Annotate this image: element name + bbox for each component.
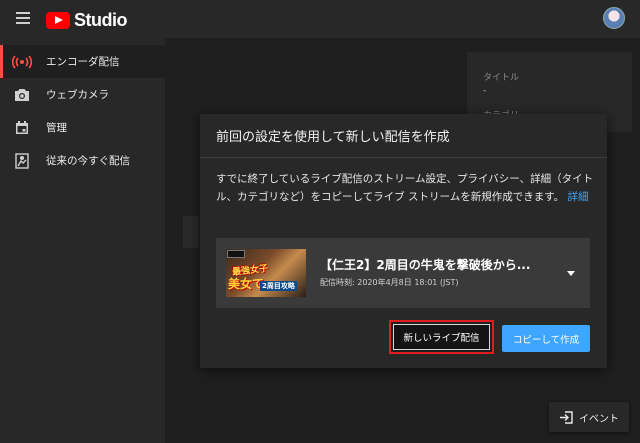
sidebar-item-label: エンコーダ配信 (46, 56, 120, 68)
title-label: タイトル (483, 73, 520, 83)
event-button[interactable]: イベント (549, 402, 629, 432)
sidebar-item-legacy-live[interactable]: 従来の今すぐ配信 (0, 144, 165, 177)
logo-text: Studio (74, 10, 128, 30)
calendar-icon (12, 118, 32, 138)
youtube-studio-logo[interactable]: Studio (46, 10, 128, 31)
dialog-title: 前回の設定を使用して新しい配信を作成 (216, 130, 450, 145)
dialog-divider (200, 157, 607, 158)
reuse-settings-dialog: 前回の設定を使用して新しい配信を作成 すでに終了しているライブ配信のストリーム設… (200, 114, 607, 368)
broadcast-icon (12, 52, 32, 72)
top-bar: Studio (0, 0, 640, 38)
stream-thumbnail: 最強女子 美女で 2周目攻略 (226, 249, 306, 297)
sidebar-item-manage[interactable]: 管理 (0, 111, 165, 144)
youtube-icon (46, 12, 70, 29)
hamburger-menu-icon[interactable] (16, 12, 30, 24)
sidebar: エンコーダ配信 ウェブカメラ 管理 従来の今すぐ配信 (0, 38, 165, 443)
sidebar-item-webcam[interactable]: ウェブカメラ (0, 78, 165, 111)
previous-stream-selector[interactable]: 最強女子 美女で 2周目攻略 【仁王2】2周目の牛鬼を撃破後から... 配信時刻… (216, 238, 590, 308)
dialog-description: すでに終了しているライブ配信のストリーム設定、プライバシー、詳細（タイトル、カテ… (216, 170, 596, 206)
stream-title: 【仁王2】2周目の牛鬼を撃破後から... (320, 258, 531, 272)
background-divider (183, 216, 199, 248)
title-value: - (483, 86, 487, 96)
sidebar-item-encoder[interactable]: エンコーダ配信 (0, 45, 165, 78)
sidebar-item-label: 管理 (46, 122, 67, 134)
camera-icon (12, 85, 32, 105)
thumbnail-badge (227, 250, 245, 258)
sidebar-item-label: 従来の今すぐ配信 (46, 155, 130, 167)
new-live-stream-label: 新しいライブ配信 (393, 324, 490, 350)
sidebar-item-label: ウェブカメラ (46, 89, 109, 101)
thumbnail-text-main: 美女で (228, 277, 265, 291)
legacy-stream-icon (12, 151, 32, 171)
thumbnail-text-sub: 2周目攻略 (260, 281, 297, 291)
copy-and-create-button[interactable]: コピーして作成 (502, 325, 590, 352)
description-text: すでに終了しているライブ配信のストリーム設定、プライバシー、詳細（タイトル、カテ… (216, 173, 594, 203)
details-link[interactable]: 詳細 (568, 191, 589, 203)
new-live-stream-button[interactable]: 新しいライブ配信 (389, 320, 494, 354)
enter-icon (560, 410, 573, 424)
event-button-label: イベント (579, 413, 619, 425)
account-avatar[interactable] (603, 7, 625, 29)
stream-time: 配信時刻: 2020年4月8日 18:01 (JST) (320, 278, 459, 287)
dropdown-arrow-icon[interactable] (567, 271, 575, 276)
